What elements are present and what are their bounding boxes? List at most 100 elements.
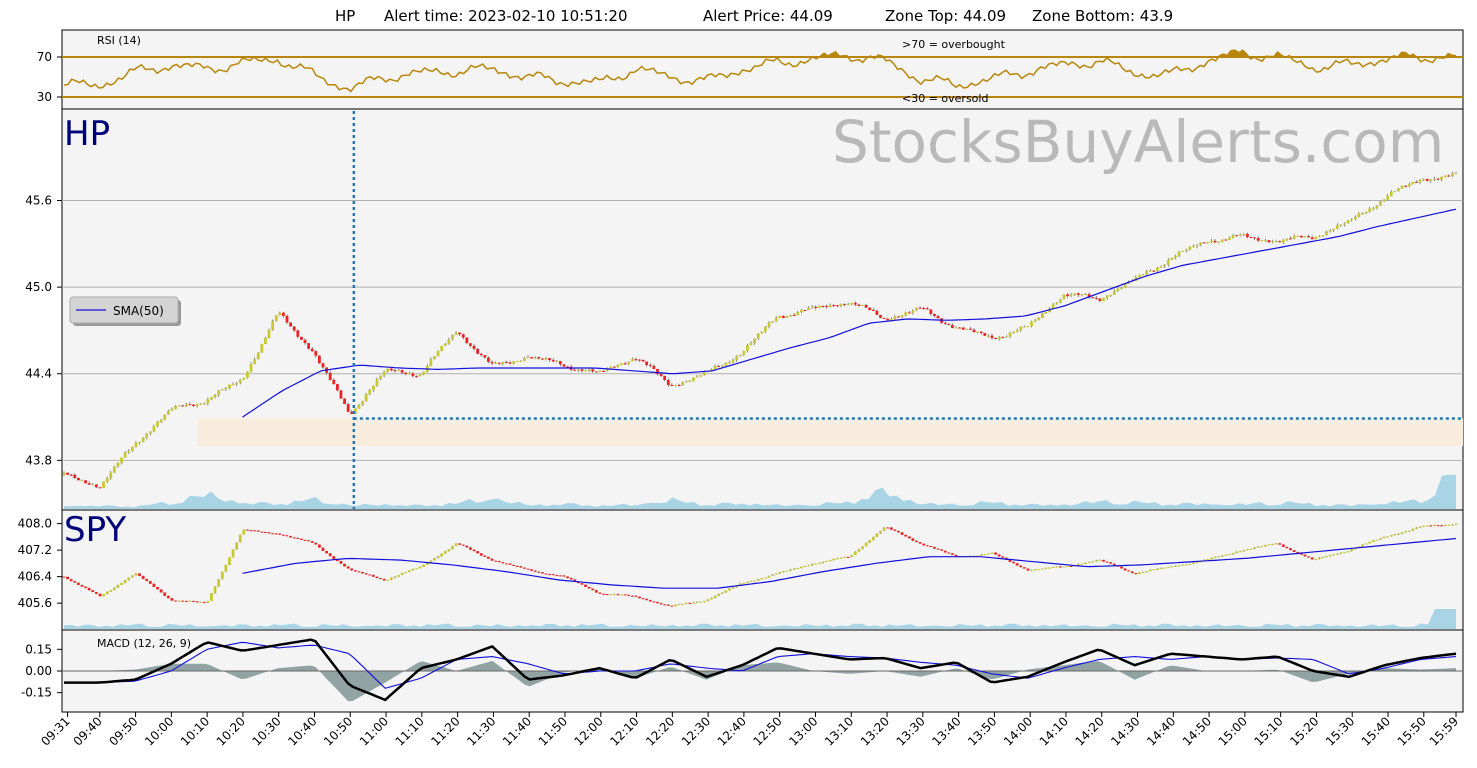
spy-candle	[742, 582, 746, 584]
x-tick-label: 12:20	[643, 714, 677, 748]
hp-candle	[476, 348, 480, 354]
hp-candle	[1116, 288, 1120, 292]
hp-candle	[202, 403, 206, 405]
x-tick-label: 11:00	[357, 714, 391, 748]
hp-candle	[1227, 237, 1231, 241]
hp-candle	[1332, 228, 1336, 231]
hp-candle	[1382, 199, 1386, 202]
hp-candle	[264, 338, 267, 345]
spy-candle	[260, 531, 264, 533]
spy-candle	[702, 600, 706, 602]
spy-candle	[652, 601, 656, 603]
hp-candle	[1105, 295, 1109, 299]
spy-candle	[710, 597, 713, 600]
hp-candle	[850, 302, 854, 305]
spy-candle	[1174, 565, 1177, 567]
spy-candle	[1285, 546, 1289, 549]
spy-candle	[411, 568, 415, 571]
hp-candle	[73, 474, 77, 478]
hp-candle	[1109, 294, 1113, 296]
hp-candle	[94, 484, 98, 488]
hp-candle	[282, 312, 285, 316]
spy-candle	[832, 558, 836, 561]
spy-candle	[720, 592, 724, 594]
hp-candle	[1314, 236, 1318, 240]
hp-candle	[375, 379, 379, 386]
hp-candle	[112, 466, 116, 473]
spy-candle	[1044, 567, 1048, 569]
spy-candle	[1249, 548, 1253, 550]
spy-candle	[1422, 525, 1426, 527]
spy-candle	[915, 540, 918, 543]
spy-candle	[292, 537, 296, 539]
spy-candle	[1231, 552, 1235, 555]
hp-candle	[1429, 179, 1433, 181]
rsi-y-tick-label: 70	[37, 50, 52, 64]
spy-candle	[1159, 567, 1163, 569]
hp-candle	[228, 384, 231, 389]
spy-candle	[1170, 566, 1174, 568]
x-tick-label: 10:10	[178, 714, 212, 748]
x-tick-label: 10:40	[285, 714, 319, 748]
hp-candle	[134, 442, 138, 447]
spy-candle	[1371, 540, 1375, 542]
spy-candle	[627, 594, 631, 596]
spy-candle	[271, 533, 275, 535]
spy-candle	[1307, 556, 1310, 558]
spy-candle	[130, 575, 134, 578]
hp-candle	[407, 373, 411, 375]
hp-candle	[1278, 241, 1282, 243]
spy-candle	[979, 554, 983, 556]
oversold-label: <30 = oversold	[902, 92, 988, 105]
hp-candle	[688, 381, 692, 383]
hp-candle	[512, 361, 516, 364]
spy-candle	[116, 584, 120, 588]
hp-candle	[882, 317, 886, 319]
spy-candle	[228, 557, 231, 565]
hp-candle	[886, 318, 890, 321]
hp-candle	[731, 360, 735, 363]
hp-candle	[1037, 317, 1041, 321]
hp-candle	[76, 477, 80, 481]
spy-candle	[1188, 563, 1192, 565]
hp-candle	[1317, 236, 1321, 238]
hp-candle	[1098, 298, 1102, 301]
spy-candle	[1217, 556, 1221, 558]
spy-candle	[1012, 561, 1015, 564]
hp-candle	[1235, 235, 1238, 237]
spy-candle	[728, 588, 731, 591]
hp-candle	[289, 322, 293, 327]
hp-candle	[1159, 266, 1163, 268]
hp-candle	[1303, 236, 1307, 238]
spy-candle	[246, 529, 249, 531]
hp-candle	[393, 370, 397, 372]
chart-title: HP Alert time: 2023-02-10 10:51:20 Alert…	[335, 7, 1173, 25]
hp-candle	[602, 371, 605, 373]
hp-candle	[98, 487, 102, 489]
spy-candle	[397, 574, 400, 577]
spy-candle	[447, 549, 451, 552]
hp-candle	[785, 316, 789, 318]
spy-candle	[746, 581, 749, 583]
hp-candle	[1156, 267, 1159, 271]
hp-candle	[1339, 224, 1343, 226]
x-tick-label: 14:20	[1072, 714, 1106, 748]
hp-candle	[1206, 242, 1210, 244]
spy-candle	[1055, 566, 1059, 568]
hp-candle	[159, 419, 163, 422]
hp-candle	[839, 304, 843, 307]
spy-candle	[605, 593, 609, 595]
spy-candle	[1213, 556, 1217, 558]
spy-candle	[152, 583, 156, 587]
spy-candle	[501, 562, 505, 564]
hp-candle	[1217, 241, 1221, 243]
spy-candle	[310, 541, 314, 543]
spy-candle	[886, 527, 890, 529]
spy-candle	[1037, 569, 1041, 571]
spy-candle	[346, 566, 350, 569]
hp-candle	[102, 481, 105, 488]
hp-candle	[368, 389, 372, 395]
x-tick-label: 10:20	[214, 714, 248, 748]
spy-candle	[210, 593, 213, 601]
hp-candle	[911, 310, 915, 313]
